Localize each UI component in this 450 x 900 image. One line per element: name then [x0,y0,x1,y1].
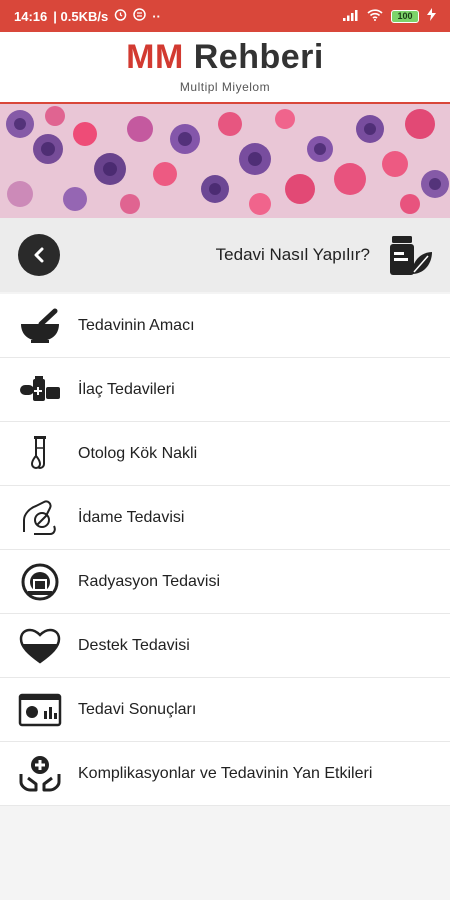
menu-item-label: Destek Tedavisi [78,636,190,654]
status-more: ·· [152,8,161,24]
treatment-menu: Tedavinin Amacı İlaç Tedavileri Otolog K… [0,294,450,806]
menu-item-label: Tedavinin Amacı [78,316,195,334]
results-chart-icon [18,688,62,732]
menu-item-label: İlaç Tedavileri [78,380,175,398]
header-banner-image [0,104,450,218]
menu-item-tedavi-sonuclari[interactable]: Tedavi Sonuçları [0,678,450,742]
charging-icon [427,8,436,24]
section-title-bar: Tedavi Nasıl Yapılır? [0,218,450,292]
menu-item-idame-tedavisi[interactable]: İdame Tedavisi [0,486,450,550]
menu-item-otolog-kok-nakli[interactable]: Otolog Kök Nakli [0,422,450,486]
chevron-left-icon [34,247,44,263]
test-tube-icon [18,432,62,476]
battery-icon: 100 [391,9,419,23]
menu-item-label: Otolog Kök Nakli [78,444,198,462]
hands-medical-cross-icon [18,752,62,796]
medicine-bottle-leaf-icon [386,234,434,283]
notification-app-icon [133,8,146,24]
page-title: Tedavi Nasıl Yapılır? [215,245,370,264]
menu-item-tedavinin-amaci[interactable]: Tedavinin Amacı [0,294,450,358]
radiation-machine-icon [18,560,62,604]
alarm-icon [114,8,127,24]
menu-item-radyasyon-tedavisi[interactable]: Radyasyon Tedavisi [0,550,450,614]
back-button[interactable] [18,234,60,276]
status-speed: | 0.5KB/s [53,8,109,24]
menu-item-label: Radyasyon Tedavisi [78,572,221,590]
heart-icon [18,624,62,668]
hand-pill-icon [18,496,62,540]
medicine-icon [18,368,62,412]
mortar-pestle-icon [18,304,62,348]
app-header: MM Rehberi Multipl Miyelom [0,32,450,104]
app-subtitle: Multipl Miyelom [179,80,271,94]
status-time: 14:16 [14,8,48,24]
status-bar: 14:16 | 0.5KB/s ·· 100 [0,0,450,32]
logo-mm: MM [126,38,184,76]
menu-item-komplikasyonlar[interactable]: Komplikasyonlar ve Tedavinin Yan Etkiler… [0,742,450,806]
menu-item-ilac-tedavileri[interactable]: İlaç Tedavileri [0,358,450,422]
app-logo: MM Rehberi [0,38,450,77]
wifi-icon [367,8,383,24]
signal-icon [343,9,359,24]
menu-item-destek-tedavisi[interactable]: Destek Tedavisi [0,614,450,678]
logo-rehberi: Rehberi [193,38,324,76]
menu-item-label: Komplikasyonlar ve Tedavinin Yan Etkiler… [78,764,373,782]
menu-item-label: İdame Tedavisi [78,508,185,526]
menu-item-label: Tedavi Sonuçları [78,700,197,718]
